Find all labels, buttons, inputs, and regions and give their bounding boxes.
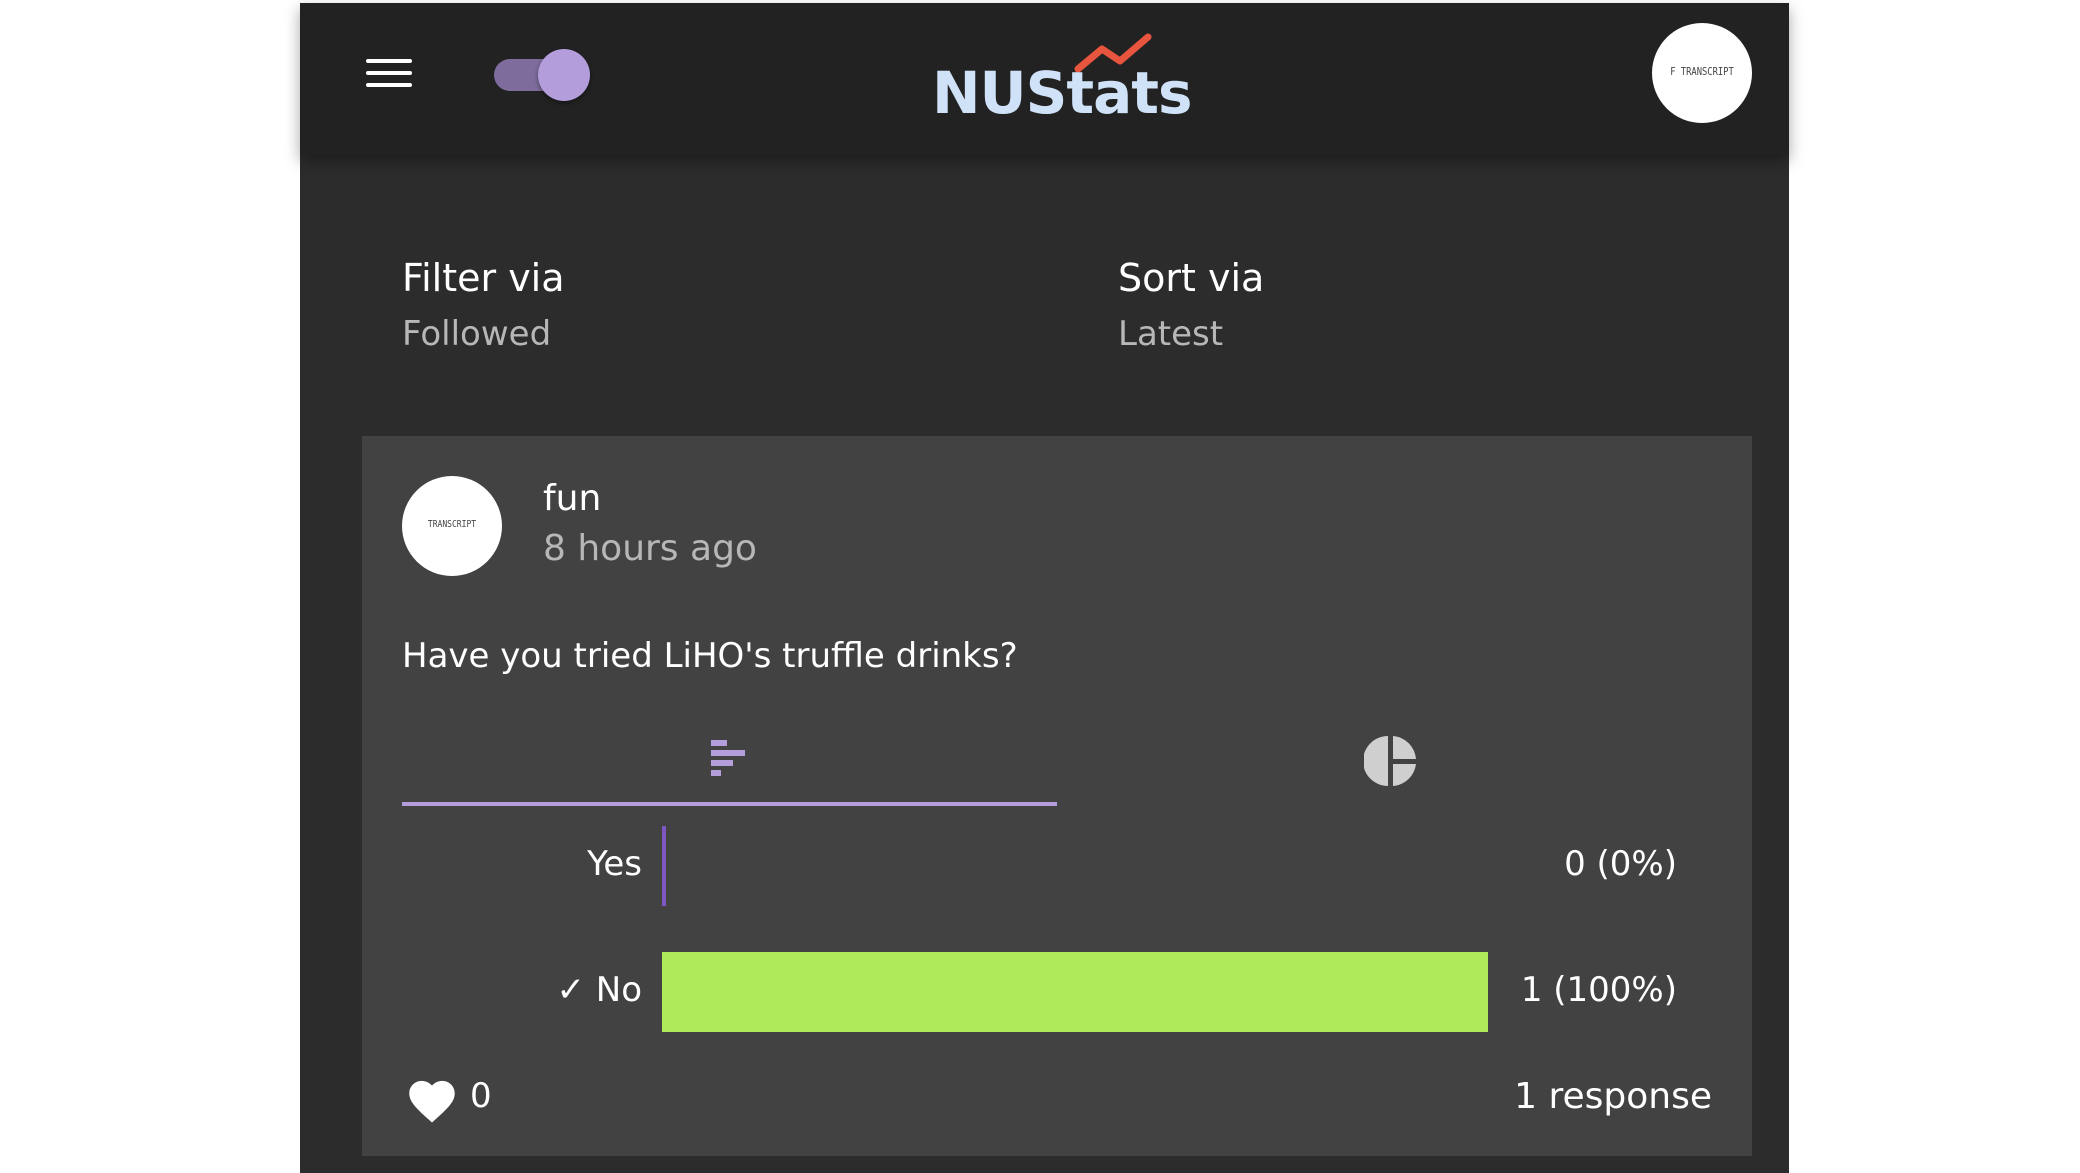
user-avatar[interactable]: F TRANSCRIPT — [1652, 23, 1752, 123]
author-name[interactable]: fun — [543, 478, 601, 519]
option-bar — [662, 826, 666, 906]
post-time: 8 hours ago — [543, 528, 757, 569]
option-count: 0 (0%) — [1564, 844, 1677, 884]
pie-chart-icon — [1364, 736, 1416, 786]
option-label: Yes — [587, 844, 642, 884]
author-avatar[interactable]: TRANSCRIPT — [402, 476, 502, 576]
poll-question: Have you tried LiHO's truffle drinks? — [402, 636, 1018, 676]
option-bar — [662, 952, 1488, 1032]
active-tab-indicator — [402, 802, 1057, 806]
like-count: 0 — [470, 1076, 492, 1116]
results-chart: Yes 0 (0%) ✓ No 1 (100%) — [362, 826, 1752, 1066]
filter-label: Filter via — [402, 256, 565, 300]
sort-selector[interactable]: Sort via Latest — [1118, 253, 1518, 359]
sort-value: Latest — [1118, 314, 1224, 354]
chart-tabs — [402, 716, 1712, 806]
dark-mode-toggle[interactable] — [494, 49, 590, 101]
nustats-logo: NUStats — [930, 31, 1193, 131]
tab-bar-chart[interactable] — [402, 716, 1057, 806]
logo-text: NUStats — [932, 59, 1193, 127]
moon-icon — [632, 43, 658, 95]
app-window: NUStats F TRANSCRIPT Filter via Followed… — [300, 3, 1789, 1173]
poll-card: TRANSCRIPT fun 8 hours ago Have you trie… — [362, 436, 1752, 1156]
option-label: ✓ No — [556, 970, 642, 1010]
top-app-bar: NUStats F TRANSCRIPT — [300, 3, 1789, 155]
tab-pie-chart[interactable] — [1057, 716, 1712, 806]
filter-value: Followed — [402, 314, 552, 354]
menu-icon[interactable] — [366, 55, 412, 91]
option-count: 1 (100%) — [1520, 970, 1677, 1010]
avatar-logo-text: F TRANSCRIPT — [1670, 65, 1734, 78]
bar-chart-icon — [711, 740, 745, 776]
heart-icon[interactable] — [404, 1074, 460, 1124]
response-count: 1 response — [1514, 1076, 1712, 1117]
sort-label: Sort via — [1118, 256, 1265, 300]
avatar-logo-text: TRANSCRIPT — [427, 519, 477, 530]
filter-selector[interactable]: Filter via Followed — [402, 253, 802, 359]
